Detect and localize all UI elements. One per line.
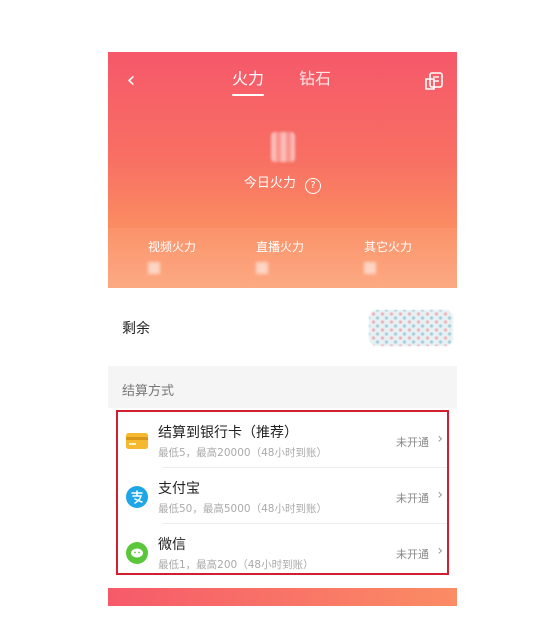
today-fire-value-blurred (271, 132, 295, 162)
method-subtitle: 最低5，最高20000（48小时到账） (158, 447, 327, 459)
wechat-icon (126, 542, 148, 564)
method-status: 未开通 (396, 436, 429, 449)
stat-video-fire-value-blurred (148, 262, 160, 274)
stat-other-fire-value-blurred (364, 262, 376, 274)
fire-hero-panel: ‹ 火力 钻石 今日火力 ? 视频火力 直播火力 其它火力 (108, 52, 457, 288)
active-tab-indicator (232, 94, 265, 96)
alipay-icon (126, 486, 148, 508)
fire-stats-strip: 视频火力 直播火力 其它火力 (108, 228, 457, 288)
method-bank-card[interactable]: 结算到银行卡（推荐） 最低5，最高20000（48小时到账） 未开通 › (118, 414, 447, 468)
stat-live-fire-value-blurred (256, 262, 268, 274)
balance-label: 剩余 (122, 321, 150, 337)
app-screen: ‹ 火力 钻石 今日火力 ? 视频火力 直播火力 其它火力 剩余 结算方式 结算… (108, 52, 457, 641)
settlement-section-title: 结算方式 (122, 384, 175, 399)
method-status: 未开通 (396, 548, 429, 561)
receipt-icon[interactable] (423, 70, 445, 92)
balance-value-blurred (369, 310, 453, 346)
method-wechat[interactable]: 微信 最低1，最高200（48小时到账） 未开通 › (118, 526, 447, 580)
chevron-right-icon: › (437, 431, 443, 447)
back-button[interactable]: ‹ (120, 68, 142, 94)
balance-row: 剩余 (108, 288, 457, 366)
tab-diamond-label: 钻石 (299, 69, 332, 88)
row-divider (162, 467, 447, 468)
tab-fire-label: 火力 (232, 69, 265, 88)
method-title: 微信 (158, 537, 186, 553)
stat-live-fire-label: 直播火力 (256, 240, 305, 254)
today-fire-label: 今日火力 ? (108, 172, 457, 194)
method-subtitle: 最低1，最高200（48小时到账） (158, 559, 314, 571)
bottom-banner-partial (108, 588, 457, 606)
settlement-section-header: 结算方式 (108, 366, 457, 408)
chevron-right-icon: › (437, 543, 443, 559)
chevron-right-icon: › (437, 487, 443, 503)
method-subtitle: 最低50，最高5000（48小时到账） (158, 503, 327, 515)
method-title: 结算到银行卡（推荐） (158, 425, 298, 441)
tab-diamond[interactable]: 钻石 (299, 68, 331, 96)
settlement-methods-list: 结算到银行卡（推荐） 最低5，最高20000（48小时到账） 未开通 › 支付宝… (116, 410, 449, 575)
bank-card-icon (126, 433, 148, 449)
method-alipay[interactable]: 支付宝 最低50，最高5000（48小时到账） 未开通 › (118, 470, 447, 524)
help-icon[interactable]: ? (305, 178, 322, 194)
method-status: 未开通 (396, 492, 429, 505)
stat-other-fire-label: 其它火力 (364, 240, 413, 254)
stat-video-fire-label: 视频火力 (148, 240, 197, 254)
row-divider (162, 523, 447, 524)
method-title: 支付宝 (158, 481, 200, 497)
today-fire-text: 今日火力 (243, 176, 296, 191)
tab-fire[interactable]: 火力 (232, 68, 265, 96)
